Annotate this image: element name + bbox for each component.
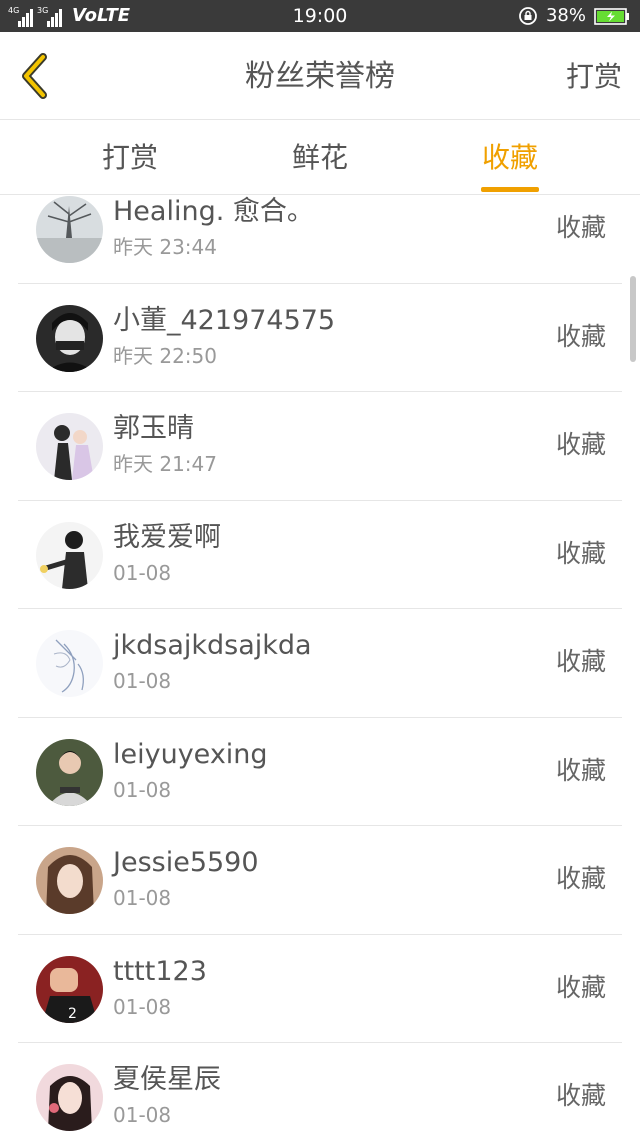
fan-list[interactable]: Healing. 愈合。 昨天 23:44 收藏 小董_421974575 昨天… xyxy=(0,196,640,1138)
avatar xyxy=(36,413,103,480)
action-label: 收藏 xyxy=(555,213,606,242)
tab-reward[interactable]: 打赏 xyxy=(50,121,210,195)
avatar xyxy=(36,738,103,806)
avatar xyxy=(36,847,103,914)
time-label: 01-08 xyxy=(113,560,172,585)
list-item[interactable]: leiyuyexing 01-08 收藏 xyxy=(18,718,622,826)
list-item[interactable]: Jessie5590 01-08 收藏 xyxy=(18,826,622,935)
active-tab-indicator xyxy=(481,187,539,192)
rotation-lock-icon xyxy=(519,7,537,25)
avatar xyxy=(36,196,103,263)
action-label: 收藏 xyxy=(555,1081,606,1110)
avatar: 2 xyxy=(36,955,103,1023)
tab-favorites[interactable]: 收藏 xyxy=(430,121,590,195)
time-label: 01-08 xyxy=(113,1103,172,1127)
user-name: 我爱爱啊 xyxy=(113,521,221,553)
status-bar: 4G 3G VoLTE 19:00 38% xyxy=(0,0,640,32)
chevron-left-icon xyxy=(22,53,47,99)
time-label: 昨天 21:47 xyxy=(113,452,217,476)
list-item[interactable]: jkdsajkdsajkda 01-08 收藏 xyxy=(18,609,622,718)
header: 粉丝荣誉榜 打赏 xyxy=(0,32,640,120)
back-button[interactable] xyxy=(10,52,58,100)
action-label: 收藏 xyxy=(555,538,606,568)
tab-flowers[interactable]: 鲜花 xyxy=(240,121,400,195)
battery-percent: 38% xyxy=(545,5,586,26)
avatar xyxy=(36,630,103,697)
user-name: Jessie5590 xyxy=(113,847,259,878)
action-label: 收藏 xyxy=(555,864,606,893)
action-label: 收藏 xyxy=(555,647,606,676)
time-label: 昨天 22:50 xyxy=(113,343,217,368)
battery-charging-icon xyxy=(594,7,629,25)
avatar xyxy=(36,521,103,589)
time-label: 01-08 xyxy=(113,777,172,802)
time-label: 昨天 23:44 xyxy=(113,235,217,259)
status-right: 38% xyxy=(518,5,630,27)
user-name: 郭玉晴 xyxy=(113,413,194,444)
action-label: 收藏 xyxy=(555,972,606,1002)
svg-text:2: 2 xyxy=(68,1006,77,1022)
action-label: 收藏 xyxy=(555,321,606,351)
tab-bar: 打赏 鲜花 收藏 xyxy=(0,121,640,195)
reward-button[interactable]: 打赏 xyxy=(566,61,622,93)
list-item[interactable]: 夏侯星辰 01-08 收藏 xyxy=(18,1043,622,1138)
time-label: 01-08 xyxy=(113,994,172,1019)
list-item[interactable]: 小董_421974575 昨天 22:50 收藏 xyxy=(18,284,622,392)
list-item[interactable]: Healing. 愈合。 昨天 23:44 收藏 xyxy=(18,196,622,284)
user-name: 夏侯星辰 xyxy=(113,1064,221,1095)
user-name: Healing. 愈合。 xyxy=(113,196,314,227)
time-label: 01-08 xyxy=(113,886,172,910)
user-name: 小董_421974575 xyxy=(113,304,336,336)
list-item[interactable]: 我爱爱啊 01-08 收藏 xyxy=(18,501,622,609)
list-item[interactable]: 郭玉晴 昨天 21:47 收藏 xyxy=(18,392,622,501)
scrollbar[interactable] xyxy=(630,276,636,362)
user-name: tttt123 xyxy=(113,955,207,987)
user-name: jkdsajkdsajkda xyxy=(113,630,312,661)
user-name: leiyuyexing xyxy=(113,738,268,770)
tab-favorites-label: 收藏 xyxy=(481,141,538,174)
list-item[interactable]: 2 tttt123 01-08 收藏 xyxy=(18,935,622,1043)
avatar xyxy=(36,304,103,372)
time-label: 01-08 xyxy=(113,669,172,693)
action-label: 收藏 xyxy=(555,755,606,785)
action-label: 收藏 xyxy=(555,430,606,459)
page-title: 粉丝荣誉榜 xyxy=(245,59,395,94)
avatar xyxy=(36,1064,103,1131)
